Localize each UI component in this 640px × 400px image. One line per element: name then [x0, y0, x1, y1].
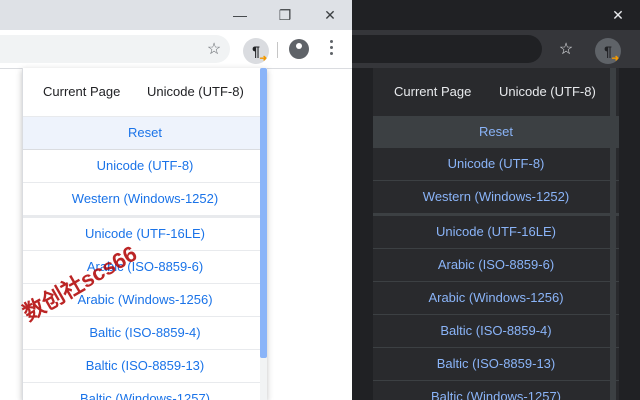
- popup-scrollbar[interactable]: [260, 68, 267, 400]
- encoding-item[interactable]: Unicode (UTF-8): [23, 150, 267, 183]
- browser-toolbar: ☆ ¶ ➜: [0, 30, 352, 69]
- star-icon[interactable]: ☆: [203, 39, 225, 61]
- address-bar[interactable]: [0, 35, 230, 63]
- encoding-item[interactable]: Baltic (ISO-8859-4): [23, 317, 267, 350]
- encoding-item[interactable]: Baltic (ISO-8859-4): [373, 315, 619, 348]
- minimize-icon[interactable]: —: [229, 4, 251, 26]
- scrollbar-thumb[interactable]: [260, 68, 267, 358]
- address-bar[interactable]: [352, 35, 542, 63]
- reset-button[interactable]: Reset: [373, 116, 619, 148]
- encoding-item[interactable]: Arabic (Windows-1256): [373, 282, 619, 315]
- title-bar: ✕: [352, 0, 640, 30]
- popup-header: Current Page Unicode (UTF-8): [373, 68, 619, 116]
- current-encoding-label: Unicode (UTF-8): [499, 84, 596, 99]
- close-icon[interactable]: ✕: [607, 4, 629, 26]
- encoding-item[interactable]: Baltic (Windows-1257): [23, 383, 267, 400]
- encoding-popup: Current Page Unicode (UTF-8) Reset Unico…: [22, 68, 267, 400]
- avatar-icon[interactable]: [289, 39, 309, 59]
- encoding-item[interactable]: Unicode (UTF-16LE): [23, 218, 267, 251]
- popup-header: Current Page Unicode (UTF-8): [23, 68, 267, 117]
- current-encoding-label: Unicode (UTF-8): [147, 84, 244, 99]
- encoding-item[interactable]: Western (Windows-1252): [23, 183, 267, 218]
- title-bar: — ❐ ✕: [0, 0, 352, 30]
- browser-toolbar: ☆ ¶ ➜: [352, 30, 640, 68]
- kebab-menu-icon[interactable]: [330, 40, 334, 58]
- toolbar-separator: [277, 42, 278, 58]
- reset-button[interactable]: Reset: [23, 117, 267, 150]
- encoding-item[interactable]: Baltic (ISO-8859-13): [23, 350, 267, 383]
- encoding-item[interactable]: Baltic (Windows-1257): [373, 381, 619, 400]
- pilcrow-icon[interactable]: ¶ ➜: [595, 38, 621, 64]
- restore-icon[interactable]: ❐: [274, 4, 296, 26]
- encoding-item[interactable]: Baltic (ISO-8859-13): [373, 348, 619, 381]
- current-page-label: Current Page: [43, 84, 121, 99]
- light-theme-window: — ❐ ✕ ☆ ¶ ➜ Current Page Unicode (UTF-8) …: [0, 0, 352, 400]
- pilcrow-icon[interactable]: ¶ ➜: [243, 38, 269, 64]
- encoding-item[interactable]: Unicode (UTF-16LE): [373, 216, 619, 249]
- encoding-item[interactable]: Arabic (ISO-8859-6): [373, 249, 619, 282]
- current-page-label: Current Page: [394, 84, 472, 99]
- popup-scrollbar[interactable]: [610, 68, 616, 400]
- close-icon[interactable]: ✕: [319, 4, 341, 26]
- dark-theme-window: ✕ ☆ ¶ ➜ Current Page Unicode (UTF-8) Rese…: [352, 0, 640, 400]
- encoding-item[interactable]: Unicode (UTF-8): [373, 148, 619, 181]
- encoding-popup: Current Page Unicode (UTF-8) Reset Unico…: [373, 68, 619, 400]
- encoding-item[interactable]: Western (Windows-1252): [373, 181, 619, 216]
- star-icon[interactable]: ☆: [555, 39, 577, 61]
